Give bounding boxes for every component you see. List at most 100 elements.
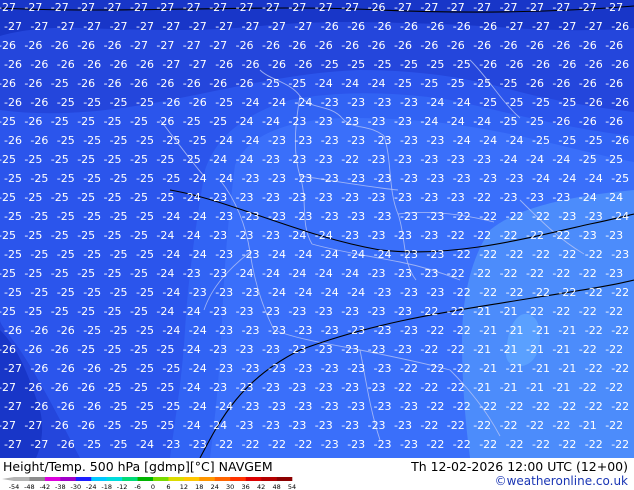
temp-label: -26 bbox=[453, 20, 471, 33]
temp-label: -26 bbox=[479, 58, 497, 71]
temp-label: -23 bbox=[288, 381, 306, 394]
temp-label: -21 bbox=[506, 324, 524, 337]
temp-label: -21 bbox=[500, 305, 518, 318]
temp-label: -23 bbox=[374, 438, 392, 451]
temp-label: -26 bbox=[104, 39, 122, 52]
scale-tick-label: 6 bbox=[166, 483, 170, 490]
temp-label: -25 bbox=[30, 210, 48, 223]
temp-label: -26 bbox=[4, 58, 22, 71]
temp-label: -27 bbox=[0, 1, 16, 14]
temp-label: -25 bbox=[500, 77, 518, 90]
temp-label: -23 bbox=[236, 229, 254, 242]
temp-label: -22 bbox=[341, 153, 359, 166]
temp-label: -25 bbox=[83, 96, 101, 109]
temp-label: -25 bbox=[130, 115, 148, 128]
credit-link[interactable]: ©weatheronline.co.uk bbox=[495, 474, 628, 488]
temp-label: -23 bbox=[347, 362, 365, 375]
temp-label: -22 bbox=[473, 191, 491, 204]
temp-label: -26 bbox=[368, 1, 386, 14]
temp-label: -23 bbox=[426, 134, 444, 147]
temp-label: -21 bbox=[479, 362, 497, 375]
temp-label: -22 bbox=[558, 438, 576, 451]
color-scale: -54 -48 -42 -38 -30 -24 -18 -12 -6 0 6 12 18 24 30 36 42… bbox=[2, 477, 296, 490]
temp-label: -24 bbox=[473, 115, 491, 128]
temp-label: -26 bbox=[552, 39, 570, 52]
temp-label: -22 bbox=[552, 419, 570, 432]
temp-label: -25 bbox=[51, 191, 69, 204]
temp-label: -21 bbox=[552, 381, 570, 394]
temp-label: -26 bbox=[479, 20, 497, 33]
temp-label: -26 bbox=[611, 96, 629, 109]
temp-label: -23 bbox=[579, 229, 597, 242]
scale-tick-label: 0 bbox=[151, 483, 155, 490]
temp-label: -22 bbox=[215, 438, 233, 451]
temp-label: -23 bbox=[526, 191, 544, 204]
temp-label: -24 bbox=[156, 305, 174, 318]
temp-label: -24 bbox=[262, 115, 280, 128]
temp-label: -23 bbox=[242, 324, 260, 337]
temp-label: -26 bbox=[156, 115, 174, 128]
temp-label: -22 bbox=[585, 400, 603, 413]
temp-label: -24 bbox=[341, 77, 359, 90]
temp-label: -24 bbox=[189, 248, 207, 261]
temp-label: -25 bbox=[130, 343, 148, 356]
temp-label: -26 bbox=[57, 362, 75, 375]
temp-label: -27 bbox=[189, 58, 207, 71]
temp-label: -23 bbox=[268, 172, 286, 185]
temp-label: -26 bbox=[552, 115, 570, 128]
temp-label: -25 bbox=[4, 286, 22, 299]
temp-label: -27 bbox=[558, 20, 576, 33]
temp-label: -23 bbox=[368, 267, 386, 280]
temp-label: -26 bbox=[368, 39, 386, 52]
temp-label: -27 bbox=[532, 20, 550, 33]
temp-label: -22 bbox=[268, 438, 286, 451]
temp-label: -25 bbox=[420, 77, 438, 90]
scale-swatch bbox=[60, 477, 77, 481]
temp-label: -26 bbox=[374, 20, 392, 33]
scale-tick-label: -38 bbox=[55, 483, 66, 490]
temp-label: -23 bbox=[368, 419, 386, 432]
scale-swatch bbox=[261, 477, 277, 481]
scale-swatch bbox=[245, 477, 262, 481]
temp-label: -22 bbox=[585, 362, 603, 375]
temp-label: -27 bbox=[4, 400, 22, 413]
temp-label: -24 bbox=[162, 210, 180, 223]
temp-label: -25 bbox=[83, 286, 101, 299]
temp-label: -24 bbox=[162, 248, 180, 261]
temp-label: -24 bbox=[294, 96, 312, 109]
temp-label: -26 bbox=[77, 419, 95, 432]
temp-label: -23 bbox=[341, 115, 359, 128]
temp-label: -27 bbox=[24, 1, 42, 14]
temp-label: -23 bbox=[368, 115, 386, 128]
temp-label: -27 bbox=[341, 1, 359, 14]
temp-label: -23 bbox=[479, 172, 497, 185]
temp-label: -24 bbox=[242, 134, 260, 147]
temp-label: -23 bbox=[368, 305, 386, 318]
temp-label: -27 bbox=[236, 1, 254, 14]
temp-label: -25 bbox=[162, 362, 180, 375]
temp-label: -23 bbox=[262, 229, 280, 242]
temp-label: -25 bbox=[4, 210, 22, 223]
temp-label: -24 bbox=[156, 229, 174, 242]
temp-label: -23 bbox=[189, 438, 207, 451]
temp-label: -26 bbox=[4, 324, 22, 337]
temp-label: -23 bbox=[321, 400, 339, 413]
scale-swatch bbox=[137, 477, 154, 481]
temp-label: -27 bbox=[579, 1, 597, 14]
temp-label: -21 bbox=[532, 362, 550, 375]
temp-label: -23 bbox=[400, 134, 418, 147]
temp-label: -25 bbox=[558, 96, 576, 109]
temp-label: -24 bbox=[341, 267, 359, 280]
temp-label: -22 bbox=[585, 286, 603, 299]
temp-label: -25 bbox=[57, 210, 75, 223]
temp-label: -23 bbox=[374, 400, 392, 413]
temp-label: -23 bbox=[236, 343, 254, 356]
scale-tick-label: -30 bbox=[70, 483, 81, 490]
temp-label: -24 bbox=[315, 267, 333, 280]
temp-label: -22 bbox=[506, 438, 524, 451]
temp-label: -23 bbox=[347, 400, 365, 413]
temp-label: -26 bbox=[447, 39, 465, 52]
temp-label: -27 bbox=[30, 438, 48, 451]
temp-label: -23 bbox=[262, 153, 280, 166]
temp-label: -25 bbox=[162, 172, 180, 185]
